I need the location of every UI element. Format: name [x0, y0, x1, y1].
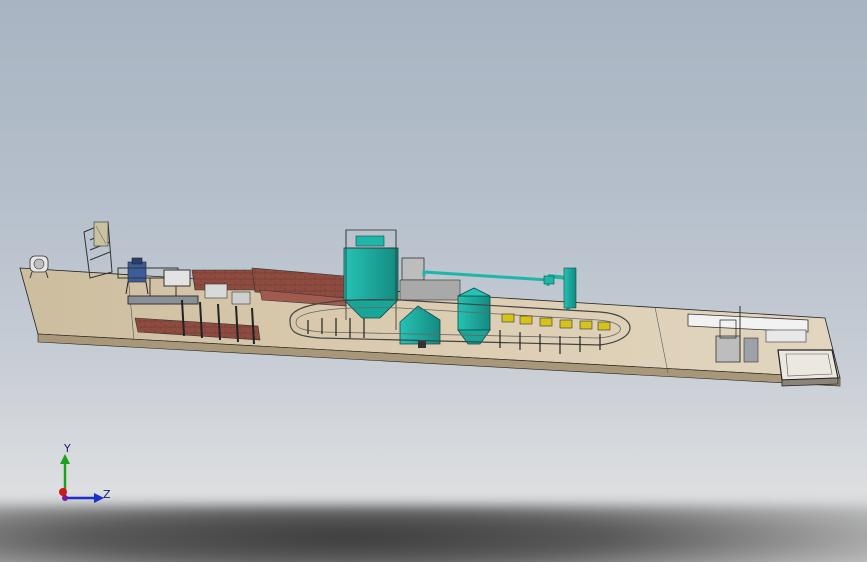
- factory-layout-model[interactable]: [0, 0, 867, 562]
- z-axis-label: Z: [103, 488, 111, 501]
- cad-viewport[interactable]: Y Z: [0, 0, 867, 562]
- y-axis-label: Y: [64, 442, 71, 455]
- grey-mixer-unit[interactable]: [399, 257, 461, 301]
- shallow-tank[interactable]: [777, 349, 839, 387]
- ladder-rack[interactable]: [83, 221, 113, 279]
